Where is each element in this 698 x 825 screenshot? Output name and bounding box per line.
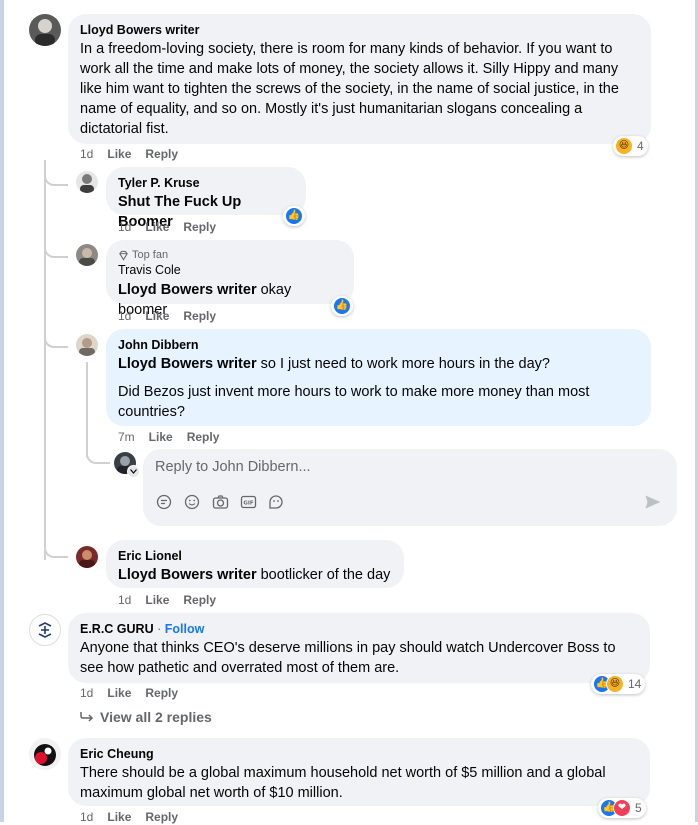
reply-button[interactable]: Reply [183,309,216,323]
send-icon[interactable] [645,495,661,514]
like-icon: 👍 [333,297,351,315]
mention-link[interactable]: Lloyd Bowers writer [118,567,257,583]
follow-button[interactable]: Follow [165,622,205,636]
comment-actions: 1d Like Reply [80,146,192,162]
timestamp[interactable]: 1d [118,309,131,323]
reaction-summary[interactable]: 😆 4 [613,136,648,156]
thread-connector [44,242,68,258]
mention-link[interactable]: Lloyd Bowers writer [118,282,257,298]
comment-actions: 1d Like Reply [80,809,192,825]
like-button[interactable]: Like [145,220,169,234]
reply-arrow-icon [80,712,94,722]
comment-text: There should be a global maximum househo… [80,765,606,801]
reaction-summary[interactable]: 👍 [283,206,305,226]
comment-author[interactable]: John Dibbern [118,337,639,353]
avatar[interactable] [29,14,61,46]
comment-author[interactable]: Lloyd Bowers writer [80,22,639,38]
mention-link[interactable]: Lloyd Bowers writer [118,356,257,372]
thread-line-sub [86,362,88,457]
like-button[interactable]: Like [145,593,169,607]
timestamp[interactable]: 1d [80,147,93,161]
comment-bubble: Tyler P. Kruse Shut The Fuck Up Boomer [106,167,306,230]
timestamp[interactable]: 1d [118,220,131,234]
reaction-count: 5 [635,801,642,815]
emoji-icon[interactable] [183,493,201,511]
reply-button[interactable]: Reply [183,593,216,607]
comment-bubble: E.R.C GURU · Follow Anyone that thinks C… [68,613,650,683]
love-icon: ❤ [613,799,631,817]
reaction-count: 14 [628,677,642,691]
avatar[interactable] [29,738,61,770]
avatar-sticker-icon[interactable] [267,493,285,511]
timestamp[interactable]: 1d [118,593,131,607]
thread-connector [44,540,68,558]
comment-actions: 1d Like Reply [118,219,230,235]
view-replies-label[interactable]: View all 2 replies [100,709,212,725]
reaction-count: 4 [637,139,644,153]
top-fan-badge: Top fan [118,248,342,262]
camera-icon[interactable] [211,493,229,511]
avatar-dropdown-icon[interactable] [127,465,140,478]
comment-bubble: John Dibbern Lloyd Bowers writer so I ju… [106,329,651,426]
svg-text:GIF: GIF [243,501,254,507]
comment-author[interactable]: E.R.C GURU [80,622,154,636]
comment-author[interactable]: Eric Lionel [118,548,392,564]
view-replies-link[interactable]: View all 2 replies [80,709,212,725]
reaction-summary[interactable]: 👍 ❤ 5 [598,798,646,818]
like-button[interactable]: Like [107,686,131,700]
comment-actions: 1d Like Reply [118,592,230,608]
reply-input[interactable]: Reply to John Dibbern... [155,459,311,475]
comment-actions: 7m Like Reply [118,429,233,445]
thread-connector [44,168,68,186]
comment-text: Anyone that thinks CEO's deserve million… [80,640,616,676]
comment-bubble: Top fan Travis Cole Lloyd Bowers writer … [106,240,354,318]
like-button[interactable]: Like [145,309,169,323]
like-icon: 👍 [285,207,303,225]
reply-button[interactable]: Reply [145,686,178,700]
avatar[interactable] [76,171,98,193]
comment-author[interactable]: Travis Cole [118,262,342,278]
reply-button[interactable]: Reply [145,147,178,161]
gif-icon[interactable]: GIF [239,493,257,511]
comment-text-paragraph: Did Bezos just invent more hours to work… [118,384,590,420]
avatar[interactable] [29,614,61,646]
comment-bubble: Eric Lionel Lloyd Bowers writer bootlick… [106,540,404,588]
comment-text: In a freedom-loving society, there is ro… [80,41,619,137]
thread-connector [86,446,110,464]
comment-bubble: Eric Cheung There should be a global max… [68,738,650,806]
badge-label: Top fan [132,249,169,261]
diamond-icon [119,250,128,261]
reply-button[interactable]: Reply [183,220,216,234]
comment-bubble: Lloyd Bowers writer In a freedom-loving … [68,14,651,144]
like-button[interactable]: Like [149,430,173,444]
window-left-border [0,0,4,822]
reply-composer[interactable]: Reply to John Dibbern... GIF [143,449,677,526]
timestamp[interactable]: 7m [118,430,135,444]
reaction-summary[interactable]: 👍 😆 14 [591,674,646,694]
reaction-summary[interactable]: 👍 [331,296,353,316]
comment-actions: 1d Like Reply [118,308,230,324]
comment-author[interactable]: Tyler P. Kruse [118,175,294,191]
thread-connector [44,330,68,348]
comment-author[interactable]: Eric Cheung [80,746,638,762]
haha-icon: 😆 [615,137,633,155]
comment-text: bootlicker of the day [256,567,391,583]
avatar[interactable] [76,334,98,356]
comment-text: so I just need to work more hours in the… [256,356,550,372]
sticker-icon[interactable] [155,493,173,511]
comment-actions: 1d Like Reply [80,685,192,701]
avatar[interactable] [76,244,98,266]
reply-button[interactable]: Reply [187,430,220,444]
haha-icon: 😆 [606,675,624,693]
thread-line-main [44,160,46,560]
timestamp[interactable]: 1d [80,686,93,700]
avatar[interactable] [76,546,98,568]
like-button[interactable]: Like [107,147,131,161]
